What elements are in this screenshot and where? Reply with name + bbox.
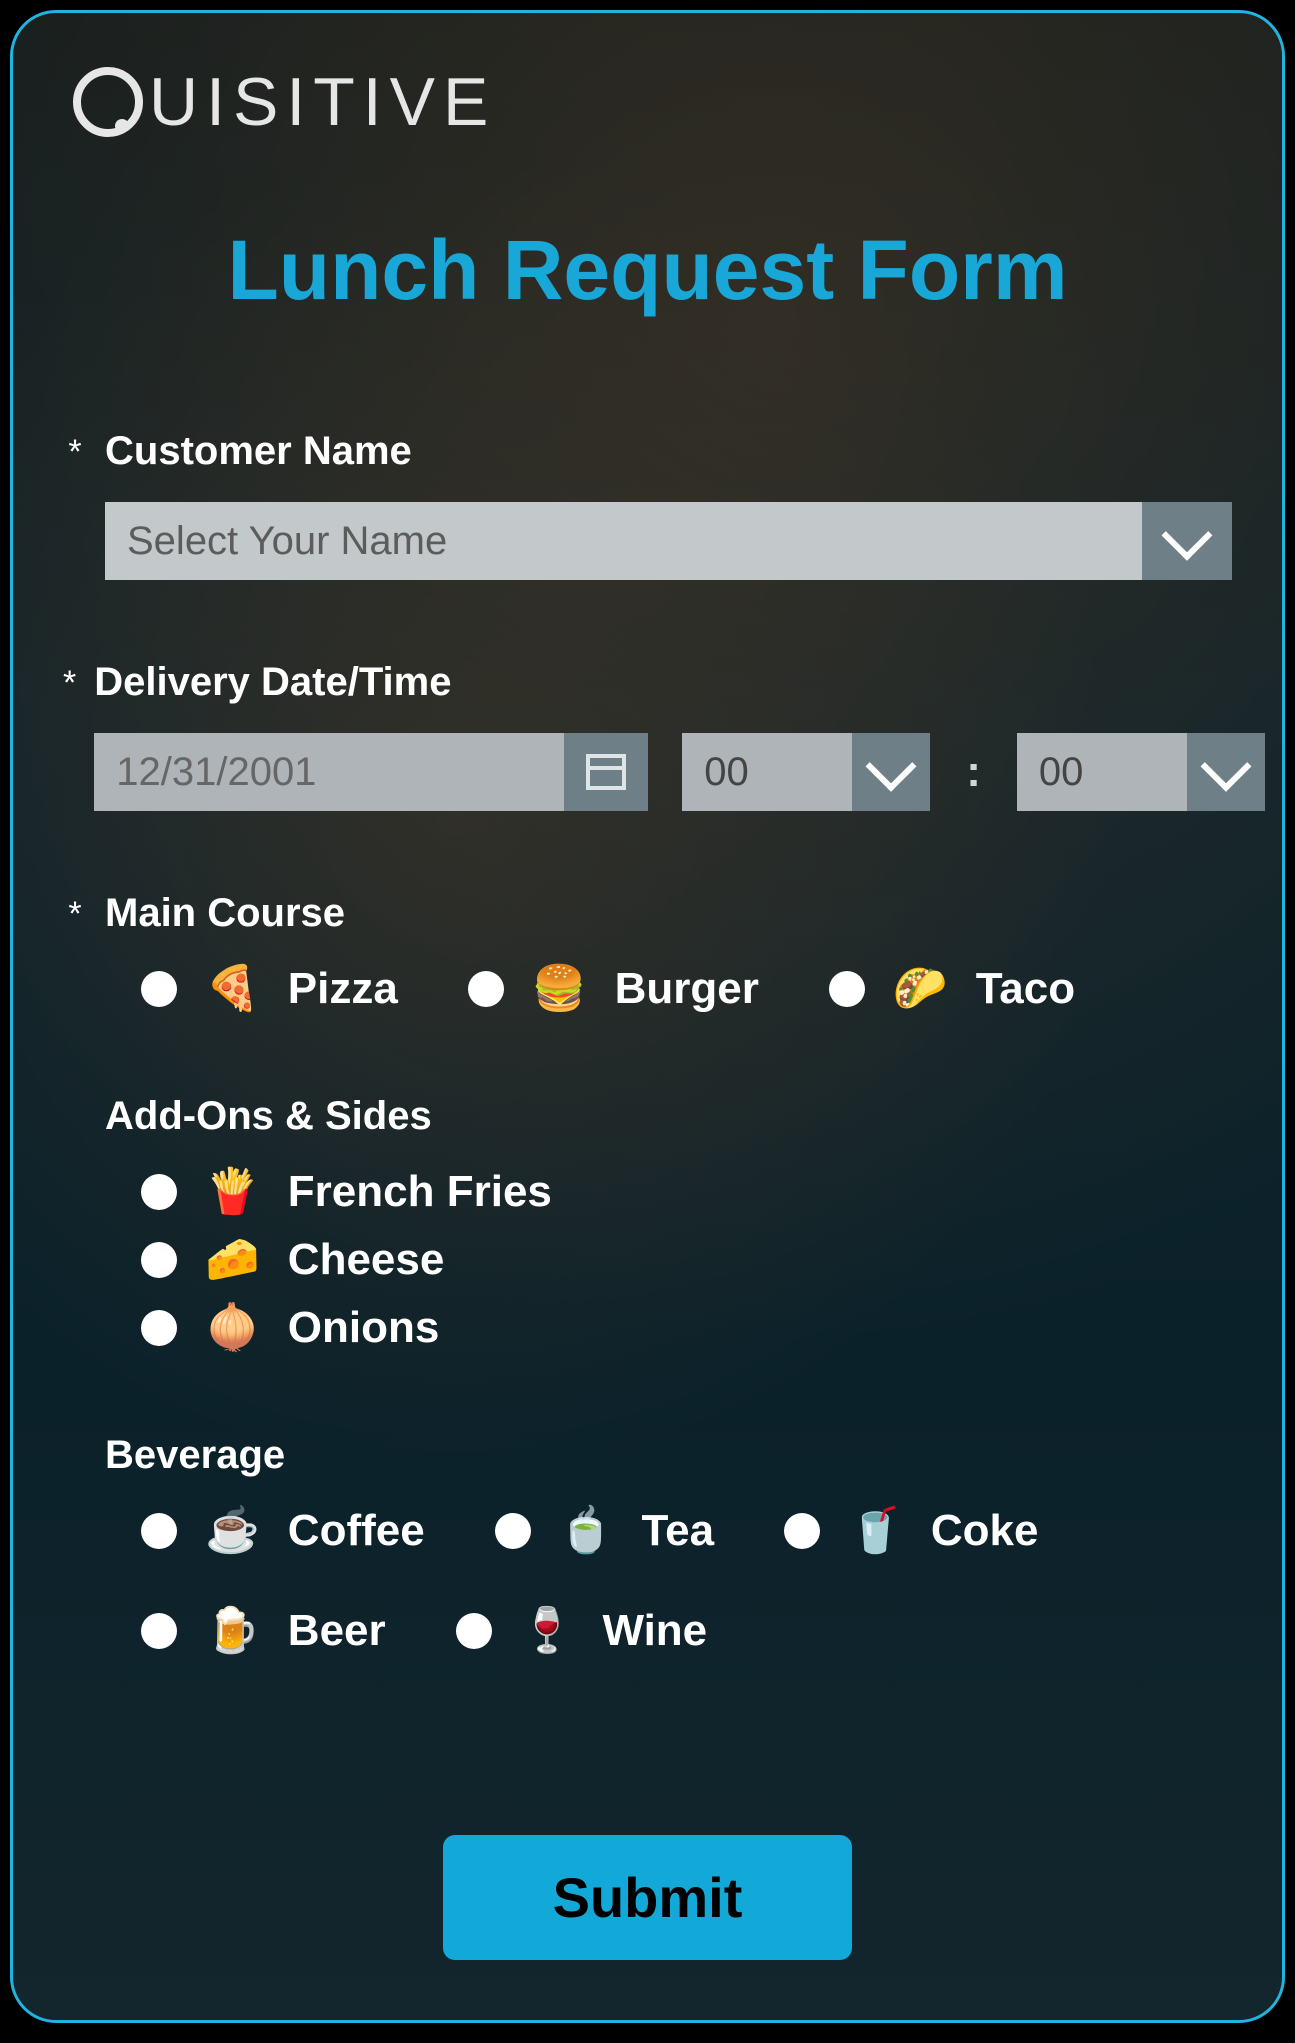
radio-icon — [829, 971, 865, 1007]
pizza-icon: 🍕 — [205, 967, 260, 1011]
addons-label: Add-Ons & Sides — [105, 1094, 1232, 1139]
required-marker: * — [63, 891, 87, 937]
customer-name-select[interactable]: Select Your Name — [105, 502, 1232, 580]
beverage-option-tea[interactable]: 🍵 Tea — [495, 1506, 714, 1556]
radio-icon — [468, 971, 504, 1007]
option-label: Coke — [931, 1506, 1039, 1556]
required-marker: * — [63, 429, 87, 475]
customer-name-label: Customer Name — [105, 429, 1232, 474]
delivery-hour-value: 00 — [682, 733, 852, 811]
addon-option-cheese[interactable]: 🧀 Cheese — [141, 1235, 1232, 1285]
time-separator: : — [964, 747, 983, 797]
option-label: Coffee — [288, 1506, 425, 1556]
page-title: Lunch Request Form — [63, 222, 1232, 319]
field-customer-name: * Customer Name Select Your Name — [63, 429, 1232, 580]
option-label: French Fries — [288, 1167, 552, 1217]
beer-icon: 🍺 — [205, 1609, 260, 1653]
brand-text: UISITIVE — [149, 63, 496, 141]
option-label: Wine — [602, 1606, 707, 1656]
radio-icon — [141, 971, 177, 1007]
required-marker: * — [63, 660, 76, 706]
option-label: Taco — [976, 964, 1075, 1014]
form-content: UISITIVE Lunch Request Form * Customer N… — [13, 13, 1282, 2020]
customer-name-placeholder: Select Your Name — [105, 502, 1142, 580]
burger-icon: 🍔 — [532, 967, 587, 1011]
field-main-course: * Main Course 🍕 Pizza 🍔 Burger — [63, 891, 1232, 1014]
delivery-hour-select[interactable]: 00 — [682, 733, 930, 811]
beverage-option-wine[interactable]: 🍷 Wine — [456, 1606, 708, 1656]
brand-logo: UISITIVE — [73, 63, 496, 141]
option-label: Tea — [642, 1506, 715, 1556]
main-course-option-taco[interactable]: 🌮 Taco — [829, 964, 1075, 1014]
field-beverage: Beverage ☕ Coffee 🍵 Tea 🥤 — [63, 1433, 1232, 1656]
addon-option-fries[interactable]: 🍟 French Fries — [141, 1167, 1232, 1217]
beverage-option-coke[interactable]: 🥤 Coke — [784, 1506, 1038, 1556]
submit-button[interactable]: Submit — [443, 1835, 853, 1960]
fries-icon: 🍟 — [205, 1170, 260, 1214]
beverage-option-beer[interactable]: 🍺 Beer — [141, 1606, 386, 1656]
option-label: Pizza — [288, 964, 398, 1014]
option-label: Onions — [288, 1303, 440, 1353]
option-label: Cheese — [288, 1235, 445, 1285]
radio-icon — [141, 1174, 177, 1210]
option-label: Burger — [615, 964, 759, 1014]
main-course-option-burger[interactable]: 🍔 Burger — [468, 964, 759, 1014]
field-addons: Add-Ons & Sides 🍟 French Fries 🧀 Cheese — [63, 1094, 1232, 1353]
beverage-label: Beverage — [105, 1433, 1232, 1478]
delivery-minute-select[interactable]: 00 — [1017, 733, 1265, 811]
form-card: UISITIVE Lunch Request Form * Customer N… — [10, 10, 1285, 2023]
wine-icon: 🍷 — [520, 1609, 575, 1653]
radio-icon — [495, 1513, 531, 1549]
cheese-icon: 🧀 — [205, 1238, 260, 1282]
delivery-label: Delivery Date/Time — [94, 660, 1265, 705]
tea-icon: 🍵 — [559, 1509, 614, 1553]
logo-q-icon — [73, 67, 143, 137]
field-delivery: * Delivery Date/Time 12/31/2001 00 : 00 — [63, 660, 1232, 811]
beverage-option-coffee[interactable]: ☕ Coffee — [141, 1506, 425, 1556]
radio-icon — [141, 1613, 177, 1649]
main-course-label: Main Course — [105, 891, 1232, 936]
calendar-icon[interactable] — [564, 733, 648, 811]
delivery-minute-value: 00 — [1017, 733, 1187, 811]
chevron-down-icon — [1187, 733, 1265, 811]
main-course-option-pizza[interactable]: 🍕 Pizza — [141, 964, 398, 1014]
onions-icon: 🧅 — [205, 1306, 260, 1350]
delivery-date-input[interactable]: 12/31/2001 — [94, 733, 648, 811]
taco-icon: 🌮 — [893, 967, 948, 1011]
chevron-down-icon — [1142, 502, 1232, 580]
radio-icon — [784, 1513, 820, 1549]
radio-icon — [141, 1513, 177, 1549]
coffee-icon: ☕ — [205, 1509, 260, 1553]
chevron-down-icon — [852, 733, 930, 811]
coke-icon: 🥤 — [848, 1509, 903, 1553]
radio-icon — [141, 1310, 177, 1346]
radio-icon — [141, 1242, 177, 1278]
delivery-date-value: 12/31/2001 — [94, 733, 564, 811]
addon-option-onions[interactable]: 🧅 Onions — [141, 1303, 1232, 1353]
radio-icon — [456, 1613, 492, 1649]
option-label: Beer — [288, 1606, 386, 1656]
